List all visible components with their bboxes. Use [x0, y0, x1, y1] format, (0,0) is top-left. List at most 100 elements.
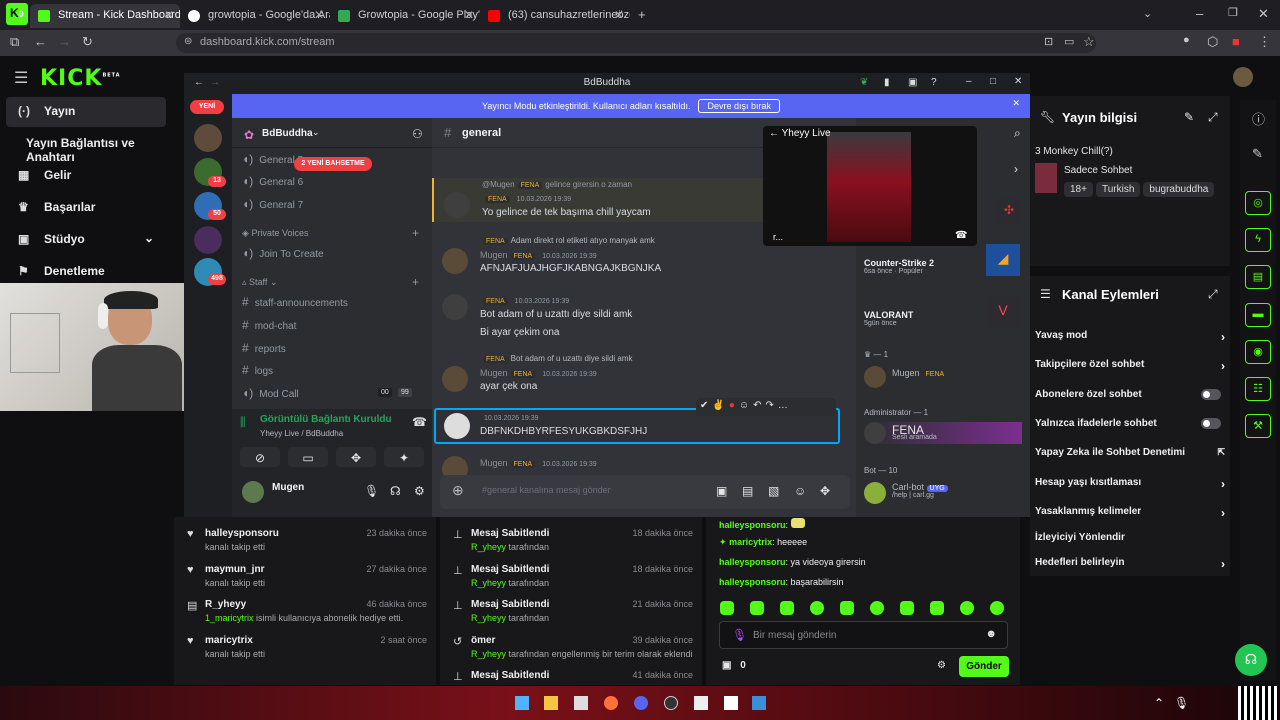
- disconnect-icon[interactable]: ☎: [412, 415, 427, 429]
- hamburger-menu-icon[interactable]: ☰: [14, 68, 28, 88]
- nav-yayin[interactable]: (·) Yayın: [6, 97, 166, 127]
- layout-icon[interactable]: ☷: [1245, 377, 1271, 401]
- camera-icon[interactable]: ◎: [1245, 191, 1271, 215]
- voice-location[interactable]: Yheyy Live / BdBuddha: [260, 429, 343, 438]
- send-button[interactable]: Gönder: [959, 656, 1009, 677]
- app-icon[interactable]: [752, 696, 766, 710]
- close-tab-icon[interactable]: ✕: [614, 8, 624, 22]
- chat-username[interactable]: halleysponsoru: [719, 520, 786, 530]
- address-bar[interactable]: ⊜ dashboard.kick.com/stream: [176, 33, 1096, 53]
- add-channel-icon[interactable]: +: [412, 275, 419, 289]
- reply-preview[interactable]: FENA Adam direkt rol etiketi atıyo manyak…: [480, 236, 655, 245]
- video-off-icon[interactable]: ⊘: [240, 447, 280, 467]
- minimize-icon[interactable]: –: [966, 76, 972, 87]
- close-banner-icon[interactable]: ✕: [1012, 98, 1020, 109]
- gift-icon[interactable]: ▣: [716, 484, 727, 498]
- store-icon[interactable]: [574, 696, 588, 710]
- reply-preview[interactable]: FENA Bot adam of u uzattı diye sildi amk: [480, 354, 633, 363]
- member-item[interactable]: FENA Sesli aramada: [862, 422, 1022, 444]
- action-account-age[interactable]: Hesap yaşı kısıtlaması ›: [1035, 477, 1225, 491]
- tab-google-search[interactable]: growtopia - Google'da Ara ✕: [180, 4, 330, 28]
- text-channel[interactable]: # staff-announcements: [242, 295, 348, 309]
- minimize-icon[interactable]: –: [1196, 6, 1203, 21]
- new-mentions-badge[interactable]: 2 YENİ BAHSETME: [294, 157, 372, 171]
- category-private[interactable]: ◈ Private Voices: [242, 228, 308, 239]
- add-channel-icon[interactable]: +: [412, 226, 419, 240]
- maximize-icon[interactable]: □: [990, 76, 996, 87]
- mic-icon[interactable]: 🎙︎: [732, 628, 747, 642]
- more-icon[interactable]: …: [778, 400, 792, 411]
- server-header[interactable]: ✿ BdBuddha ⌄ ⚇: [232, 118, 432, 148]
- mic-icon[interactable]: 🎙︎: [1174, 696, 1189, 710]
- screen-share-icon[interactable]: ▭: [288, 447, 328, 467]
- emote-icon[interactable]: [780, 601, 794, 615]
- pencil-icon[interactable]: ✎: [1252, 146, 1263, 162]
- emote-only-toggle[interactable]: [1201, 418, 1221, 429]
- message-input[interactable]: ⊕ #general kanalına mesaj gönder ▣ ▤ ▧ ☺…: [440, 475, 850, 509]
- menu-icon[interactable]: ⋮: [1258, 34, 1271, 50]
- obs-icon[interactable]: [664, 696, 678, 710]
- start-icon[interactable]: [515, 696, 529, 710]
- search-icon[interactable]: ⌕: [1014, 126, 1021, 141]
- member-item[interactable]: Mugen FENA: [892, 368, 950, 378]
- activity-item[interactable]: Counter-Strike 2 6sa önce · Popüler: [864, 258, 934, 275]
- shield-icon[interactable]: ■: [1232, 34, 1240, 49]
- forward-icon[interactable]: →: [58, 34, 71, 49]
- chat-username[interactable]: halleysponsoru: [719, 577, 786, 587]
- activity-item[interactable]: VALORANT 5gün önce: [864, 310, 913, 327]
- mic-icon[interactable]: 🎙︎: [364, 484, 379, 498]
- nav-studyo[interactable]: ▣ Stüdyo ⌄: [6, 225, 166, 255]
- tab-youtube[interactable]: (63) cansuhazretlerineözelvideo✕: [480, 4, 630, 28]
- action-set-goals[interactable]: Hedefleri belirleyin ›: [1035, 557, 1225, 571]
- wrench-icon[interactable]: ⚒: [1245, 414, 1271, 438]
- discord-icon[interactable]: [634, 696, 648, 710]
- tag[interactable]: bugrabuddha: [1143, 182, 1215, 197]
- kick-app-icon[interactable]: K0: [6, 3, 28, 25]
- vpn-icon[interactable]: ●: [1183, 34, 1190, 46]
- my-username[interactable]: Mugen: [272, 482, 304, 493]
- chat-icon[interactable]: ▬: [1245, 303, 1271, 327]
- nav-gelir[interactable]: ▦ Gelir: [6, 161, 166, 191]
- emote-icon[interactable]: [870, 601, 884, 615]
- soundboard-icon[interactable]: ✦: [384, 447, 424, 467]
- check-reaction-icon[interactable]: ✔: [700, 400, 712, 411]
- avatar[interactable]: [864, 366, 886, 388]
- subscribers-only-toggle[interactable]: [1201, 389, 1221, 400]
- action-raid-viewers[interactable]: İzleyiciyi Yönlendir: [1035, 532, 1225, 543]
- back-icon[interactable]: ←: [194, 77, 204, 88]
- chat-username[interactable]: maricytrix: [729, 537, 772, 547]
- flag-icon[interactable]: ●: [729, 400, 739, 411]
- mod-user[interactable]: R_yheyy: [471, 542, 506, 552]
- mod-user[interactable]: R_yheyy: [471, 578, 506, 588]
- points-display[interactable]: ▣ 0: [722, 660, 746, 671]
- add-reaction-icon[interactable]: ☺: [739, 400, 753, 411]
- emote-icon[interactable]: [900, 601, 914, 615]
- tab-kick-dashboard[interactable]: Stream - Kick Dashboard ✕: [30, 4, 180, 28]
- tab-google-play[interactable]: Growtopia - Google Play'de Uy✕: [330, 4, 480, 28]
- screenshot-icon[interactable]: ⊡: [1044, 35, 1053, 48]
- chat-username[interactable]: halleysponsoru: [719, 557, 786, 567]
- close-tab-icon[interactable]: ✕: [164, 8, 174, 22]
- message-username[interactable]: Mugen: [480, 458, 508, 468]
- tag[interactable]: 18+: [1064, 182, 1093, 197]
- emote-icon[interactable]: [750, 601, 764, 615]
- reply-icon[interactable]: ↶: [753, 400, 765, 411]
- emote-icon[interactable]: [930, 601, 944, 615]
- tag[interactable]: Turkish: [1095, 182, 1141, 197]
- forward-icon[interactable]: ↷: [766, 400, 778, 411]
- mod-user[interactable]: R_yheyy: [471, 649, 506, 659]
- close-icon[interactable]: ✕: [1014, 76, 1022, 87]
- reload-icon[interactable]: ↻: [82, 34, 93, 50]
- action-followers-only[interactable]: Takipçilere özel sohbet ›: [1035, 359, 1225, 373]
- maximize-icon[interactable]: ❐: [1228, 6, 1238, 19]
- extensions-icon[interactable]: ⬡: [1207, 34, 1218, 50]
- message-username[interactable]: Mugen: [480, 368, 508, 378]
- settings-icon[interactable]: ⚙: [414, 484, 425, 498]
- text-channel[interactable]: # logs: [242, 363, 273, 377]
- avatar[interactable]: [242, 481, 264, 503]
- gif-icon[interactable]: ▤: [742, 484, 753, 498]
- nav-basarilar[interactable]: ♛ Başarılar: [6, 193, 166, 223]
- reply-preview[interactable]: @Mugen FENA gelince girersin o zaman: [482, 180, 632, 189]
- server-icon[interactable]: [194, 124, 222, 152]
- info-icon[interactable]: ⓘ: [1252, 109, 1265, 128]
